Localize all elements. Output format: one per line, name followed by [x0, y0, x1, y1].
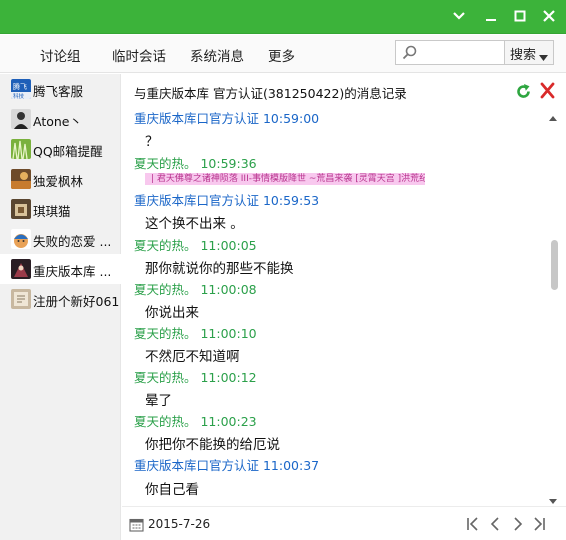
message-header: 重庆版本库口官方认证 10:59:00 — [134, 111, 320, 126]
search-input[interactable] — [420, 43, 502, 62]
menu-system-messages[interactable]: 系统消息 — [190, 45, 244, 65]
close-icon[interactable] — [538, 6, 560, 26]
sidebar-item-label: 独爱枫林 — [33, 174, 84, 189]
maximize-icon[interactable] — [509, 6, 531, 26]
chevron-down-icon — [539, 50, 548, 65]
last-page-icon[interactable] — [532, 516, 546, 535]
message-header: 夏天的热。 11:00:05 — [134, 238, 257, 253]
search-button-label: 搜索 — [510, 48, 537, 63]
message-body: 不然厄不知道啊 — [145, 349, 240, 365]
message-header: 夏天的热。 10:59:36 — [134, 156, 257, 171]
user-avatar-icon — [11, 109, 31, 129]
search-button[interactable]: 搜索 — [504, 40, 554, 65]
history-date[interactable]: 2015-7-26 — [148, 517, 210, 531]
search-icon — [402, 45, 417, 63]
sidebar-item-label: QQ邮箱提醒 — [33, 144, 103, 159]
user-avatar-icon — [11, 199, 31, 219]
delete-icon[interactable] — [539, 82, 556, 102]
message-header: 夏天的热。 11:00:08 — [134, 282, 257, 297]
message-body: 你说出来 — [145, 305, 199, 321]
sidebar-item-chongqing[interactable]: 重庆版本库 ... — [0, 254, 121, 284]
scroll-down-icon[interactable] — [549, 493, 557, 507]
scroll-up-icon[interactable] — [549, 110, 557, 124]
menu-more[interactable]: 更多 — [268, 45, 295, 65]
next-page-icon[interactable] — [511, 516, 525, 535]
message-body: 晕了 — [145, 393, 172, 409]
vertical-scrollbar[interactable] — [546, 106, 560, 504]
prev-page-icon[interactable] — [488, 516, 502, 535]
sidebar-item-label: 重庆版本库 ... — [33, 264, 112, 279]
user-avatar-icon — [11, 289, 31, 309]
sidebar-item-atone[interactable]: Atone丶 — [0, 104, 121, 134]
sidebar-item-register[interactable]: 注册个新好0618 — [0, 284, 121, 314]
message-header: 夏天的热。 11:00:23 — [134, 414, 257, 429]
footer-bar: 2015-7-26 — [122, 506, 566, 540]
message-body: 那你就说你的那些不能换 — [145, 261, 294, 277]
title-bar — [0, 0, 566, 34]
message-history-panel: 与重庆版本库 官方认证(381250422)的消息记录 重庆版本库口官方认证 1… — [122, 74, 566, 506]
sidebar-item-label: Atone丶 — [33, 114, 82, 129]
sidebar-item-label: 琪琪猫 — [33, 204, 71, 219]
first-page-icon[interactable] — [466, 516, 480, 535]
search-box — [395, 40, 505, 65]
conversation-title: 与重庆版本库 官方认证(381250422)的消息记录 — [134, 86, 407, 101]
message-header: 重庆版本库口官方认证 10:59:53 — [134, 193, 320, 208]
message-body: ？ — [145, 134, 159, 150]
menu-discussion-group[interactable]: 讨论组 — [40, 45, 81, 65]
sidebar-item-qiqimao[interactable]: 琪琪猫 — [0, 194, 121, 224]
scrollbar-thumb[interactable] — [551, 240, 558, 290]
message-body: 你自己看 — [145, 482, 199, 498]
message-body: 这个换不出来 。 — [145, 216, 244, 232]
svg-text:科技: 科技 — [13, 92, 25, 99]
sidebar-item-maple[interactable]: 独爱枫林 — [0, 164, 121, 194]
sidebar-item-tengfei[interactable]: 腾飞 科技 腾飞客服 — [0, 74, 121, 104]
sidebar-item-qq-mail[interactable]: QQ邮箱提醒 — [0, 134, 121, 164]
sidebar-item-label: 失败的恋爱 ... — [33, 234, 112, 249]
refresh-icon[interactable] — [515, 83, 532, 103]
user-avatar-icon — [11, 229, 31, 249]
tengfei-avatar-icon: 腾飞 科技 — [11, 79, 31, 99]
message-header: 夏天的热。 11:00:10 — [134, 326, 257, 341]
message-header: 重庆版本库口官方认证 11:00:37 — [134, 458, 320, 473]
qq-mail-icon — [11, 139, 31, 159]
user-avatar-icon — [11, 169, 31, 189]
sidebar-item-label: 注册个新好0618 — [33, 294, 119, 309]
signature-tag: | 君天佛尊之诸神陨落 III-事情模版降世 ~荒昌来袭 [灵霄天宫 ]洪荒纪元… — [145, 173, 425, 185]
dropdown-icon[interactable] — [448, 6, 470, 26]
message-body: 你把你不能换的给厄说 — [145, 437, 280, 453]
svg-text:腾飞: 腾飞 — [13, 82, 27, 91]
menu-bar: 讨论组 临时会话 系统消息 更多 搜索 — [0, 35, 566, 73]
minimize-icon[interactable] — [480, 6, 502, 26]
group-avatar-icon — [11, 259, 31, 279]
menu-temp-session[interactable]: 临时会话 — [112, 45, 166, 65]
message-header: 夏天的热。 11:00:12 — [134, 370, 257, 385]
calendar-icon[interactable] — [129, 517, 144, 535]
sidebar-item-failed-love[interactable]: 失败的恋爱 ... — [0, 224, 121, 254]
sidebar-item-label: 腾飞客服 — [33, 84, 84, 99]
contact-sidebar: 腾飞 科技 腾飞客服 Atone丶 QQ邮箱提醒 独爱枫林 琪琪猫 失败的恋爱 .… — [0, 74, 121, 540]
